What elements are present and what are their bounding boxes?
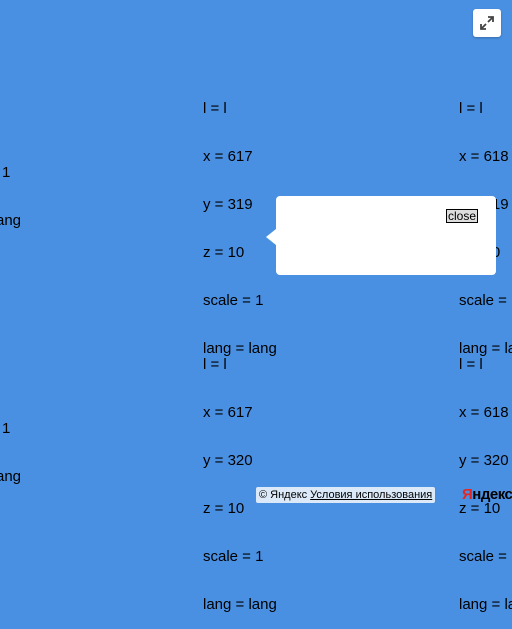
tile-y-line: y = 319 bbox=[203, 196, 253, 213]
tile-scale-line: 1 bbox=[2, 164, 11, 181]
tile-scale-line: scale = 1 bbox=[203, 292, 264, 309]
tile-x-line: x = 618 bbox=[459, 404, 509, 421]
tile-l-line: l = l bbox=[459, 356, 483, 373]
map-tile-label-partial-top: 1 ang bbox=[0, 133, 21, 245]
tile-scale-line: scale = 1 bbox=[459, 292, 512, 309]
terms-of-use-link[interactable]: Условия использования bbox=[310, 487, 432, 503]
tile-lang-line: lang = lang bbox=[459, 596, 512, 613]
tile-l-line: l = l bbox=[459, 100, 483, 117]
tile-scale-line: scale = 1 bbox=[203, 548, 264, 565]
tile-l-line: l = l bbox=[203, 100, 227, 117]
tile-y-line: y = 320 bbox=[459, 452, 509, 469]
map-tile-label: l = l x = 618 y = 320 z = 10 scale = 1 l… bbox=[459, 325, 512, 629]
yandex-logo[interactable]: Яндекс bbox=[462, 486, 512, 504]
tile-lang-line: ang bbox=[0, 468, 22, 485]
copyright-text: © Яндекс bbox=[259, 489, 308, 501]
tile-z-line: z = 10 bbox=[203, 244, 245, 261]
tile-x-line: x = 618 bbox=[459, 148, 509, 165]
copyright-bar: © Яндекс Условия использования bbox=[256, 487, 436, 503]
tile-l-line: l = l bbox=[203, 356, 227, 373]
tile-scale-line: scale = 1 bbox=[459, 548, 512, 565]
logo-text: Яндекс bbox=[462, 486, 512, 503]
tile-y-line: y = 320 bbox=[203, 452, 253, 469]
fullscreen-button[interactable] bbox=[473, 9, 501, 37]
map-tile-label-partial-bottom: 1 ang bbox=[0, 389, 21, 501]
tile-lang-line: ang bbox=[0, 212, 22, 229]
map-tile-label: l = l x = 617 y = 320 z = 10 scale = 1 l… bbox=[203, 325, 277, 629]
tile-scale-line: 1 bbox=[2, 420, 11, 437]
tile-z-line: z = 10 bbox=[203, 500, 245, 517]
expand-arrows-icon bbox=[480, 16, 494, 30]
balloon-close-button[interactable]: close bbox=[446, 209, 479, 223]
tile-x-line: x = 617 bbox=[203, 404, 253, 421]
tile-x-line: x = 617 bbox=[203, 148, 253, 165]
map-balloon: close bbox=[266, 196, 496, 275]
tile-lang-line: lang = lang bbox=[203, 596, 277, 613]
balloon-tail bbox=[266, 229, 276, 245]
